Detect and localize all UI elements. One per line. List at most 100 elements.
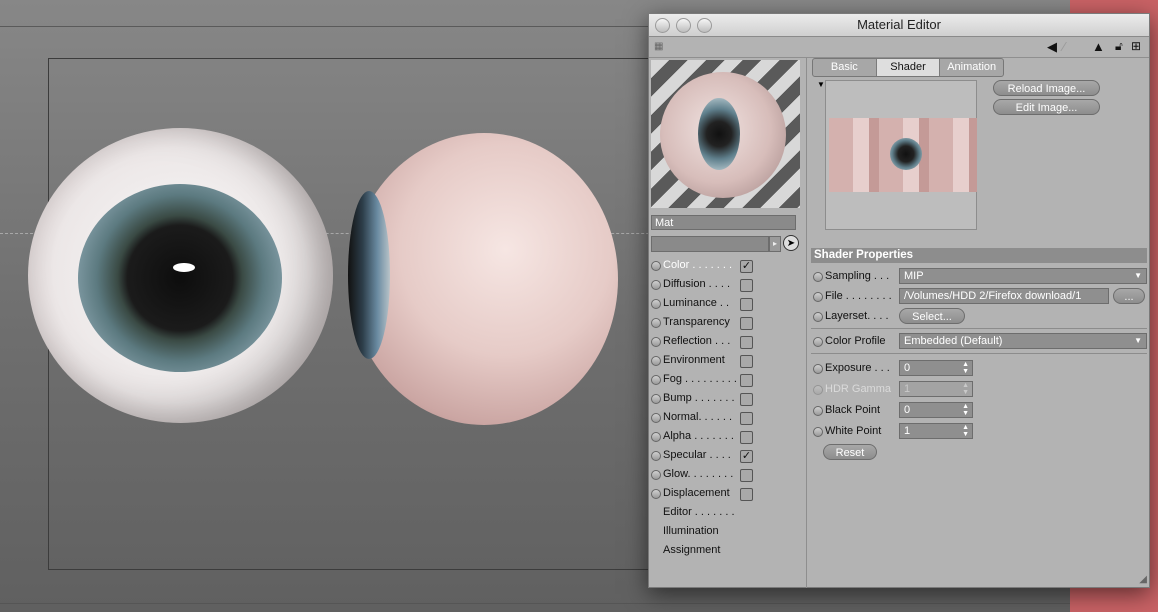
sampling-radio[interactable] xyxy=(813,272,823,282)
channel-item[interactable]: Glow. . . . . . . . xyxy=(649,466,806,485)
layer-field[interactable] xyxy=(651,236,769,252)
window-titlebar[interactable]: Material Editor xyxy=(649,14,1149,37)
stepper-icon[interactable]: ▲ ▼ xyxy=(962,361,969,375)
preview-iris xyxy=(698,98,740,170)
channel-radio[interactable] xyxy=(651,451,661,461)
close-button[interactable] xyxy=(655,18,670,33)
hdr-gamma-row: HDR Gamma 1 ▲ ▼ xyxy=(811,380,1147,399)
tab-shader[interactable]: Shader xyxy=(876,59,941,76)
tab-bar: Basic Shader Animation xyxy=(812,58,1004,77)
channel-item[interactable]: Displacement xyxy=(649,485,806,504)
material-preview[interactable] xyxy=(651,60,800,208)
channel-item[interactable]: Illumination xyxy=(649,523,806,542)
channel-checkbox[interactable] xyxy=(740,412,753,425)
stepper-icon[interactable]: ▲ ▼ xyxy=(962,424,969,438)
exposure-radio[interactable] xyxy=(813,364,823,374)
channel-radio[interactable] xyxy=(651,394,661,404)
channel-label: Normal. . . . . . xyxy=(663,411,733,423)
sampling-select[interactable]: MIP ▼ xyxy=(899,268,1147,284)
channel-item[interactable]: Reflection . . . xyxy=(649,333,806,352)
channel-radio[interactable] xyxy=(651,318,661,328)
arrow-left-icon[interactable]: ◀ xyxy=(1047,39,1057,55)
channel-checkbox[interactable] xyxy=(740,279,753,292)
channel-checkbox[interactable] xyxy=(740,374,753,387)
white-point-row: White Point 1 ▲ ▼ xyxy=(811,422,1147,441)
white-point-label: White Point xyxy=(825,425,882,437)
channel-item[interactable]: Transparency xyxy=(649,314,806,333)
channel-checkbox[interactable] xyxy=(740,298,753,311)
chevron-down-icon: ▼ xyxy=(1134,336,1142,345)
channel-item[interactable]: Environment xyxy=(649,352,806,371)
white-point-field[interactable]: 1 ▲ ▼ xyxy=(899,423,973,439)
channel-radio[interactable] xyxy=(651,470,661,480)
texture-image xyxy=(829,118,977,192)
eyeball-side-view[interactable] xyxy=(348,133,618,425)
black-point-radio[interactable] xyxy=(813,406,823,416)
material-name-field[interactable]: Mat xyxy=(651,215,796,230)
resize-grip-icon[interactable]: ◢ xyxy=(1139,574,1147,585)
lock-icon[interactable]: 🔓︎ xyxy=(1115,39,1123,54)
chevron-down-icon: ▼ xyxy=(1134,271,1142,280)
channel-label: Color . . . . . . . xyxy=(663,259,733,271)
channel-checkbox[interactable] xyxy=(740,317,753,330)
shader-properties-heading: Shader Properties xyxy=(811,248,1147,263)
channel-item[interactable]: Color . . . . . . . ✓ xyxy=(649,257,806,276)
layerset-radio[interactable] xyxy=(813,312,823,322)
channel-radio[interactable] xyxy=(651,280,661,290)
new-window-icon[interactable]: ⊞ xyxy=(1131,39,1141,53)
channel-checkbox[interactable] xyxy=(740,469,753,482)
channel-item[interactable]: Diffusion . . . . xyxy=(649,276,806,295)
channel-checkbox[interactable] xyxy=(740,393,753,406)
channel-item[interactable]: Assignment xyxy=(649,542,806,561)
color-profile-radio[interactable] xyxy=(813,337,823,347)
edit-image-button[interactable]: Edit Image... xyxy=(993,99,1100,115)
channel-radio[interactable] xyxy=(651,489,661,499)
minimize-button[interactable] xyxy=(676,18,691,33)
channel-item[interactable]: Alpha . . . . . . . xyxy=(649,428,806,447)
browse-button[interactable]: ... xyxy=(1113,288,1145,304)
reset-button[interactable]: Reset xyxy=(823,444,877,460)
channel-label: Illumination xyxy=(663,525,719,537)
white-point-value: 1 xyxy=(904,425,911,437)
select-button[interactable]: Select... xyxy=(899,308,965,324)
channel-radio[interactable] xyxy=(651,413,661,423)
black-point-field[interactable]: 0 ▲ ▼ xyxy=(899,402,973,418)
channel-checkbox[interactable]: ✓ xyxy=(740,450,753,463)
channel-checkbox[interactable] xyxy=(740,355,753,368)
channel-label: Fog . . . . . . . . . xyxy=(663,373,737,385)
channel-checkbox[interactable] xyxy=(740,431,753,444)
channel-checkbox[interactable] xyxy=(740,488,753,501)
channel-checkbox[interactable] xyxy=(740,336,753,349)
color-profile-select[interactable]: Embedded (Default) ▼ xyxy=(899,333,1147,349)
channel-item[interactable]: Luminance . . xyxy=(649,295,806,314)
reload-image-button[interactable]: Reload Image... xyxy=(993,80,1100,96)
stepper-icon[interactable]: ▲ ▼ xyxy=(962,403,969,417)
channel-radio[interactable] xyxy=(651,261,661,271)
tab-animation[interactable]: Animation xyxy=(940,59,1003,76)
white-point-radio[interactable] xyxy=(813,427,823,437)
channel-item[interactable]: Bump . . . . . . . xyxy=(649,390,806,409)
pick-arrow-icon[interactable]: ➤ xyxy=(783,235,799,251)
zoom-button[interactable] xyxy=(697,18,712,33)
eyeball-front-view[interactable] xyxy=(28,128,333,423)
channel-item[interactable]: Editor . . . . . . . xyxy=(649,504,806,523)
channel-item[interactable]: Fog . . . . . . . . . xyxy=(649,371,806,390)
channel-radio[interactable] xyxy=(651,299,661,309)
channel-checkbox[interactable]: ✓ xyxy=(740,260,753,273)
channel-radio[interactable] xyxy=(651,375,661,385)
exposure-field[interactable]: 0 ▲ ▼ xyxy=(899,360,973,376)
arrow-up-icon[interactable]: ▲ xyxy=(1092,39,1105,54)
dropdown-arrow-icon[interactable]: ▼ xyxy=(817,80,825,89)
file-radio[interactable] xyxy=(813,292,823,302)
channel-item[interactable]: Specular . . . . ✓ xyxy=(649,447,806,466)
exposure-value: 0 xyxy=(904,362,911,374)
channel-radio[interactable] xyxy=(651,432,661,442)
grip-icon[interactable]: ▦ xyxy=(654,41,664,52)
file-path-field[interactable]: /Volumes/HDD 2/Firefox download/1 xyxy=(899,288,1109,304)
sampling-label: Sampling . . . xyxy=(825,270,890,282)
channel-radio[interactable] xyxy=(651,337,661,347)
channel-item[interactable]: Normal. . . . . . xyxy=(649,409,806,428)
tab-basic[interactable]: Basic xyxy=(813,59,877,76)
layer-arrow-icon[interactable]: ▸ xyxy=(769,236,781,252)
channel-radio[interactable] xyxy=(651,356,661,366)
